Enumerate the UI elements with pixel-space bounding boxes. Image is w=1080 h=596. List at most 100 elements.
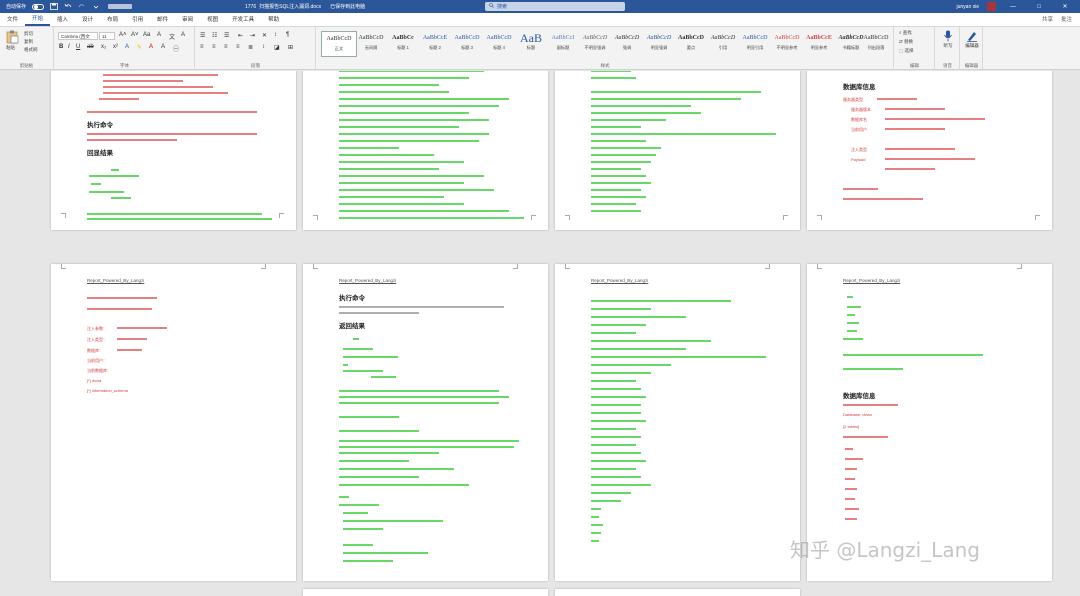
page-6[interactable]: Report_Powered_By_Langzi 执行命令 返回结果 bbox=[303, 264, 548, 581]
numbering-icon[interactable]: ☷ bbox=[212, 32, 217, 39]
increase-indent-icon[interactable]: ⇥ bbox=[250, 32, 255, 39]
style-intense-emphasis[interactable]: AaBbCcD 明显强调 bbox=[641, 31, 677, 57]
font-family-select[interactable]: Cambria (西文 bbox=[58, 32, 98, 40]
avatar[interactable] bbox=[987, 2, 996, 11]
shading-icon[interactable]: ◪ bbox=[274, 44, 280, 51]
undo-icon[interactable] bbox=[64, 3, 72, 10]
document-canvas[interactable]: 执行命令 回显结果 数据库信息 服务器类型 服务器版本 数据库名 当前用户 注入… bbox=[0, 71, 1080, 596]
page-2[interactable] bbox=[303, 71, 548, 230]
search-box[interactable]: 搜索 bbox=[485, 2, 625, 11]
replace-button[interactable]: ⇄ 替换 bbox=[899, 39, 913, 45]
tab-developer[interactable]: 开发工具 bbox=[225, 15, 261, 26]
copy-button[interactable]: 复制 bbox=[24, 39, 33, 45]
tab-file[interactable]: 文件 bbox=[0, 15, 25, 26]
tab-view[interactable]: 视图 bbox=[200, 15, 225, 26]
autosave-toggle[interactable] bbox=[32, 3, 45, 10]
shrink-font-icon[interactable]: A˅ bbox=[131, 32, 139, 38]
phonetic-guide-icon[interactable]: 文 bbox=[169, 32, 175, 41]
page-3[interactable] bbox=[555, 71, 800, 230]
paste-button[interactable]: 粘贴 bbox=[5, 30, 19, 50]
font-size-select[interactable]: 11 bbox=[99, 32, 115, 40]
page-9[interactable] bbox=[303, 589, 548, 596]
close-button[interactable]: ✕ bbox=[1056, 3, 1074, 10]
minimize-button[interactable]: — bbox=[1004, 4, 1022, 10]
decrease-indent-icon[interactable]: ⇤ bbox=[238, 32, 243, 39]
enclose-char-icon[interactable]: ㊀ bbox=[173, 44, 179, 53]
comments-button[interactable]: 批注 bbox=[1061, 15, 1072, 23]
tab-layout[interactable]: 布局 bbox=[100, 15, 125, 26]
style-list-paragraph[interactable]: AaBbCcD 列出段落 bbox=[861, 31, 891, 57]
select-button[interactable]: ⬚ 选择 bbox=[899, 48, 914, 54]
find-button[interactable]: ⌕ 查找 bbox=[899, 30, 912, 36]
tab-design[interactable]: 设计 bbox=[75, 15, 100, 26]
p4-item-4: 注入类型 bbox=[851, 147, 867, 152]
superscript-icon[interactable]: x² bbox=[113, 44, 118, 50]
style-heading-4[interactable]: AaBbCcD 标题 4 bbox=[481, 31, 517, 57]
page-1[interactable]: 执行命令 回显结果 bbox=[51, 71, 296, 230]
page-4[interactable]: 数据库信息 服务器类型 服务器版本 数据库名 当前用户 注入类型 Payload bbox=[807, 71, 1052, 230]
align-left-icon[interactable]: ≡ bbox=[200, 44, 204, 50]
change-case-icon[interactable]: Aa bbox=[143, 32, 150, 38]
page-5[interactable]: Report_Powered_By_Langzi 注入参数： 注入类型： 数据库… bbox=[51, 264, 296, 581]
chinese-layout-icon[interactable]: ✕ bbox=[262, 32, 267, 39]
editor-group: 编辑器 编辑器 bbox=[961, 27, 983, 70]
cut-button[interactable]: 剪切 bbox=[24, 31, 33, 37]
tab-references[interactable]: 引用 bbox=[125, 15, 150, 26]
char-border-icon[interactable]: A bbox=[181, 32, 185, 38]
grow-font-icon[interactable]: A˄ bbox=[119, 32, 127, 38]
line-spacing-icon[interactable]: ↕ bbox=[262, 44, 265, 50]
save-icon[interactable] bbox=[50, 3, 58, 10]
format-painter-button[interactable]: 格式刷 bbox=[24, 47, 38, 53]
tab-home[interactable]: 开始 bbox=[25, 14, 51, 26]
editing-group: ⌕ 查找 ⇄ 替换 ⬚ 选择 编辑 bbox=[895, 27, 935, 70]
tab-mailings[interactable]: 邮件 bbox=[150, 15, 175, 26]
style-no-spacing[interactable]: AaBbCcD 无间隔 bbox=[353, 31, 389, 57]
customize-toolbar-icon[interactable] bbox=[92, 3, 100, 10]
style-quote[interactable]: AaBbCcD 引用 bbox=[705, 31, 741, 57]
style-title[interactable]: AaB 标题 bbox=[513, 31, 549, 57]
page-7[interactable]: Report_Powered_By_Langzi bbox=[555, 264, 800, 581]
style-subtle-reference[interactable]: AaBbCcD 不明显参考 bbox=[769, 31, 805, 57]
text-effects-icon[interactable]: A bbox=[125, 44, 129, 50]
strikethrough-icon[interactable]: ab bbox=[87, 44, 94, 50]
style-intense-reference[interactable]: AaBbCcE 明显参考 bbox=[801, 31, 837, 57]
highlight-icon[interactable]: ✎ bbox=[137, 44, 142, 51]
p5-item-2: 数据库： bbox=[87, 348, 103, 353]
style-emphasis[interactable]: AaBbCcD 强调 bbox=[609, 31, 645, 57]
p5-item-0: 注入参数： bbox=[87, 326, 107, 331]
clear-formatting-icon[interactable]: A bbox=[157, 32, 161, 38]
align-center-icon[interactable]: ≡ bbox=[212, 44, 216, 50]
justify-icon[interactable]: ≡ bbox=[236, 44, 240, 50]
align-right-icon[interactable]: ≡ bbox=[224, 44, 228, 50]
tab-insert[interactable]: 插入 bbox=[50, 15, 75, 26]
style-normal[interactable]: AaBbCcD 正文 bbox=[321, 31, 357, 57]
distributed-icon[interactable]: ≣ bbox=[248, 44, 253, 51]
dictate-button[interactable]: 听写 bbox=[939, 30, 957, 49]
borders-icon[interactable]: ⊞ bbox=[288, 44, 293, 51]
char-shading-icon[interactable]: A bbox=[161, 44, 165, 50]
style-subtle-emphasis[interactable]: AaBbCcD 不明显强调 bbox=[577, 31, 613, 57]
tab-help[interactable]: 帮助 bbox=[261, 15, 286, 26]
editor-button[interactable]: 编辑器 bbox=[963, 30, 981, 49]
style-strong[interactable]: AaBbCcD 要点 bbox=[673, 31, 709, 57]
subscript-icon[interactable]: x₂ bbox=[101, 44, 106, 50]
style-heading-1[interactable]: AaBbCc 标题 1 bbox=[385, 31, 421, 57]
bold-icon[interactable]: B bbox=[59, 44, 63, 50]
underline-icon[interactable]: U bbox=[76, 44, 80, 50]
style-heading-2[interactable]: AaBbCcE 标题 2 bbox=[417, 31, 453, 57]
share-button[interactable]: 共享 bbox=[1042, 15, 1053, 23]
user-name[interactable]: junyan xie bbox=[956, 4, 979, 10]
style-subtitle[interactable]: AaBbCcI 副标题 bbox=[545, 31, 581, 57]
style-intense-quote[interactable]: AaBbCcD 明显引用 bbox=[737, 31, 773, 57]
multilevel-list-icon[interactable]: ☰ bbox=[224, 32, 229, 39]
show-marks-icon[interactable]: ¶ bbox=[286, 32, 289, 38]
page-10[interactable] bbox=[555, 589, 800, 596]
redo-icon[interactable] bbox=[78, 3, 86, 10]
font-color-icon[interactable]: A bbox=[149, 44, 153, 50]
style-heading-3[interactable]: AaBbCcD 标题 3 bbox=[449, 31, 485, 57]
tab-review[interactable]: 审阅 bbox=[175, 15, 200, 26]
bullets-icon[interactable]: ☰ bbox=[200, 32, 205, 39]
sort-icon[interactable]: ↕ bbox=[274, 32, 277, 38]
italic-icon[interactable]: I bbox=[68, 44, 70, 50]
maximize-button[interactable]: □ bbox=[1030, 4, 1048, 10]
